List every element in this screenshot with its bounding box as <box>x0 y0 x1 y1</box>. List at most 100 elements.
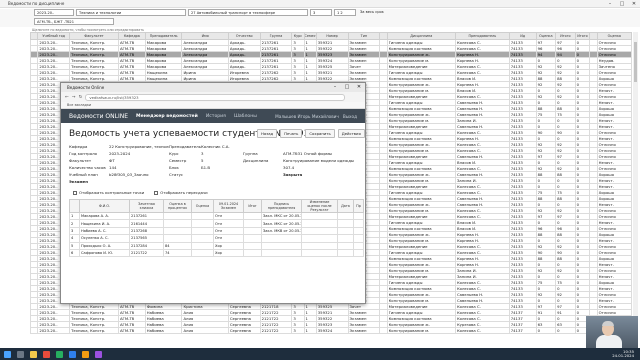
app-icon[interactable] <box>69 350 76 358</box>
checkbox-icon[interactable] <box>154 191 159 195</box>
print-button[interactable]: Печать <box>280 129 303 138</box>
column-header[interactable]: Тип <box>347 32 381 40</box>
table-row[interactable]: 2023-20.. Техника, Констр. АГМ-Тб Макарова А… <box>29 63 633 70</box>
table-row[interactable]: 2023-20..Техника, Констр.АГМ-ТбНабиеваАл… <box>29 321 633 328</box>
grades-column-header[interactable]: Оценка в процентах <box>163 199 192 213</box>
table-row[interactable]: 2023-20..Техника, Констр.АГМ-ТбНабиеваАл… <box>29 309 633 316</box>
num2-select[interactable]: 1 2 <box>334 9 356 16</box>
system-clock[interactable]: 10:35 24.01.2024 <box>612 349 634 359</box>
nav-templates[interactable]: Шаблоны <box>234 114 257 119</box>
num1-select[interactable]: 3 <box>310 9 332 16</box>
table-row[interactable]: 2023-20..Техника, Констр.АГМ-ТбФоминаКри… <box>29 303 633 310</box>
grade-row[interactable]: 3 Набиева А. С. 2137268 Отл Закл. МКВ от 20.… <box>69 226 364 236</box>
actions-button[interactable]: Действия <box>337 129 365 138</box>
start-icon[interactable] <box>4 350 11 358</box>
minimize-icon[interactable]: – <box>329 83 341 92</box>
user-name[interactable]: Малышев Игорь Михайлович Выход <box>275 114 357 119</box>
column-header[interactable]: Группа <box>259 32 293 40</box>
column-header[interactable]: Курс <box>291 32 305 40</box>
table-row[interactable]: 2023-20..Техника, Констр.АГМ-ТбНащекинаИ… <box>29 69 633 76</box>
app-brand[interactable]: Ведомости ONLINE <box>69 113 128 120</box>
grades-column-header[interactable]: Подпись преподавателя <box>261 199 302 213</box>
grade-cell <box>301 234 338 243</box>
table-row[interactable]: 2023-20.. Техника, Констр. АГМ-Тб Макарова А… <box>29 39 633 46</box>
search-icon[interactable] <box>17 350 24 358</box>
table-row[interactable]: 2023-20.. Техника, Констр. АГМ-Тб Макарова А… <box>29 51 633 58</box>
grade-row[interactable]: 2 Нащекина И. А. 2161444 Отл Закл. МКС от 20… <box>69 219 364 228</box>
grade-cell <box>353 234 364 243</box>
column-header[interactable]: Отчество <box>227 32 261 40</box>
group-select[interactable]: АГМ-Тб-, БЖТ -Тб21 <box>34 18 114 25</box>
column-header[interactable]: Учебный год <box>37 32 71 40</box>
grade-row[interactable]: 6 Сафронова И. Ю. 2121722 74 Хор <box>69 248 364 258</box>
column-header[interactable]: Оценка <box>596 32 633 40</box>
minimize-icon[interactable]: – <box>604 0 616 8</box>
grade-row[interactable]: 4 Осуленко А. С. 2137565 Отл <box>69 234 364 243</box>
close-icon[interactable]: ✕ <box>628 0 640 8</box>
grade-cell[interactable] <box>191 211 214 221</box>
show-retakes-toggle[interactable]: Отображать пересдачи <box>154 190 208 195</box>
faculty-select[interactable]: Техника и технологии <box>76 9 186 16</box>
logout-link[interactable]: Выход <box>343 114 357 119</box>
chrome-icon[interactable] <box>82 350 89 358</box>
maximize-icon[interactable]: □ <box>616 0 628 8</box>
column-header[interactable]: Итого <box>555 32 576 40</box>
browser-tab-title[interactable]: Ведомости Online <box>67 85 104 90</box>
show-checkpoints-toggle[interactable]: Отображать контрольные точки <box>73 190 144 195</box>
column-header[interactable] <box>589 32 598 40</box>
grades-column-header[interactable]: Пр <box>353 199 364 213</box>
maximize-icon[interactable]: □ <box>341 83 353 92</box>
period-label[interactable]: За весь срок <box>358 9 392 16</box>
grades-column-header[interactable]: Итог <box>243 199 262 213</box>
column-header[interactable]: Оценка <box>535 32 557 40</box>
bookmarks-bar[interactable]: Все закладки <box>61 102 365 109</box>
grades-column-header[interactable]: 09.01.2024 Экзамен <box>213 199 244 213</box>
column-header[interactable]: Преподаватель <box>144 32 183 40</box>
grades-column-header[interactable]: Изменение оценок после Результат <box>301 199 338 213</box>
nav-manager[interactable]: Менеджер ведомостей <box>136 114 198 119</box>
grade-row[interactable]: 5 Проходько О. А. 2137284 84 Хор <box>69 241 364 250</box>
grade-cell[interactable] <box>191 248 214 258</box>
nav-history[interactable]: История <box>206 114 226 119</box>
column-header[interactable]: Преподаватель <box>454 32 510 40</box>
scrollbar-thumb[interactable] <box>634 42 637 82</box>
app-icon[interactable] <box>43 350 50 358</box>
column-header[interactable] <box>379 32 388 40</box>
back-icon[interactable]: ← <box>65 95 69 100</box>
grades-column-header[interactable]: Зачетная книжка <box>129 199 164 213</box>
grade-row[interactable]: 1 Макарова А. А. 2137261 Отл Закл. МКС от 20… <box>69 211 364 221</box>
grade-cell[interactable] <box>191 234 214 243</box>
column-header[interactable]: Итого <box>574 32 591 40</box>
url-input[interactable]: vedkafsauv.ru/list/359323 <box>85 93 345 101</box>
table-row[interactable]: 2023-20..Техника, Констр.АГМ-ТбНащекинаИ… <box>29 75 633 82</box>
column-header[interactable]: Имя <box>181 32 229 40</box>
table-row[interactable]: 2023-20.. Техника, Констр. АГМ-Тб Макарова А… <box>29 45 633 52</box>
column-header[interactable]: Семестр <box>303 32 317 40</box>
app-icon[interactable] <box>56 350 63 358</box>
close-icon[interactable]: ✕ <box>353 83 365 92</box>
scrollbar[interactable] <box>633 32 638 346</box>
year-select[interactable]: 2023-20.. <box>34 9 74 16</box>
column-header[interactable]: Факультет <box>69 32 119 40</box>
grade-cell[interactable] <box>191 219 214 228</box>
column-header[interactable]: Ид <box>508 32 537 40</box>
direction-select[interactable]: 27 Автомобильный транспорт в техносфере <box>188 9 308 16</box>
app-icon[interactable] <box>95 350 102 358</box>
save-button[interactable]: Сохранить <box>305 129 335 138</box>
back-button[interactable]: Назад <box>257 129 278 138</box>
checkbox-icon[interactable] <box>73 191 77 195</box>
grade-cell[interactable] <box>191 226 214 236</box>
table-row[interactable]: 2023-20..Техника, Констр.АГМ-ТбНабиеваАл… <box>29 327 633 334</box>
column-header[interactable]: Кафедра <box>117 32 146 40</box>
grade-cell[interactable] <box>191 241 214 250</box>
grades-column-header[interactable]: Дата <box>337 199 354 213</box>
grades-column-header[interactable] <box>69 199 80 213</box>
explorer-icon[interactable] <box>30 350 37 358</box>
column-header[interactable]: Дисциплина <box>386 32 456 40</box>
reload-icon[interactable]: ↻ <box>79 95 83 100</box>
forward-icon[interactable]: → <box>72 95 76 100</box>
grades-column-header[interactable]: Ф.И.О. <box>79 199 130 213</box>
column-header[interactable]: Номер <box>315 32 349 40</box>
column-header[interactable] <box>29 32 39 40</box>
grades-column-header[interactable]: Оценка <box>191 199 214 213</box>
